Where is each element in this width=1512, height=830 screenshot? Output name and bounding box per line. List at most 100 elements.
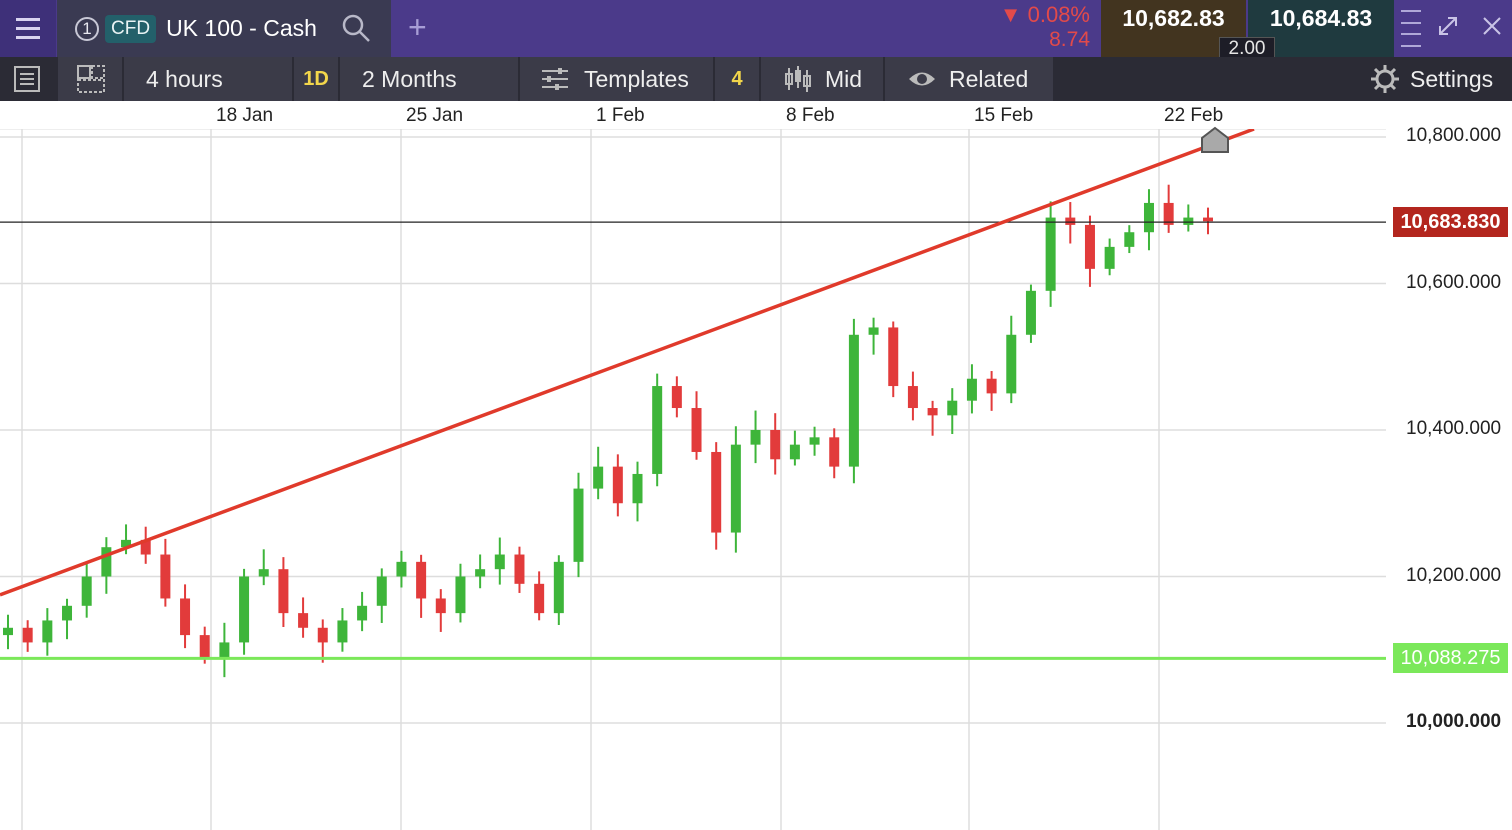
- price-tick-label: 10,200.000: [1406, 564, 1502, 586]
- candle-body: [416, 561, 427, 599]
- date-tick-label: 15 Feb: [974, 105, 1034, 126]
- candle-body: [514, 554, 525, 584]
- candle-body: [947, 400, 958, 416]
- candle-body: [907, 386, 918, 409]
- candle-body: [180, 598, 191, 636]
- candle-body: [62, 605, 73, 621]
- menu-icon[interactable]: [0, 0, 56, 57]
- change-percent: ▼ 0.08%: [999, 2, 1090, 27]
- candle-body: [927, 408, 938, 416]
- candle-body: [1045, 217, 1056, 291]
- list-icon: [14, 66, 40, 92]
- price-chart[interactable]: [0, 101, 1386, 830]
- range-selector[interactable]: 2 Months: [340, 57, 518, 101]
- candle-body: [612, 466, 623, 504]
- sliders-icon: [542, 68, 568, 90]
- candle-body: [593, 466, 604, 489]
- candle-body: [888, 327, 899, 387]
- price-type-selector[interactable]: Mid: [761, 57, 883, 101]
- candle-body: [1124, 232, 1135, 247]
- candle-body: [829, 437, 840, 467]
- candle-body: [317, 627, 328, 643]
- candle-body: [848, 334, 859, 467]
- instrument-tab[interactable]: 1 CFD UK 100 - Cash: [57, 0, 391, 57]
- price-tick-label: 10,400.000: [1406, 418, 1502, 439]
- settings-label: Settings: [1410, 65, 1494, 92]
- candle-body: [435, 598, 446, 614]
- date-axis: 18 Jan 25 Jan 1 Feb 8 Feb 15 Feb 22 Feb: [0, 101, 1386, 129]
- candle-body: [1065, 217, 1076, 225]
- candle-body: [81, 576, 92, 606]
- interval-selector[interactable]: 4 hours: [124, 57, 292, 101]
- templates-button[interactable]: Templates: [520, 57, 713, 101]
- sell-price: 10,682.83: [1122, 5, 1225, 31]
- candle-body: [3, 627, 13, 636]
- watchlist-button[interactable]: [0, 57, 56, 101]
- support-price-tag: 10,088.275: [1393, 643, 1508, 674]
- related-button[interactable]: Related: [885, 57, 1053, 101]
- candle-body: [671, 386, 682, 409]
- candle-body: [219, 642, 230, 658]
- trendline: [0, 127, 1255, 597]
- candle-body: [789, 444, 800, 460]
- candle-body: [357, 605, 368, 621]
- range-label: 2 Months: [362, 65, 457, 92]
- close-icon[interactable]: [1480, 14, 1504, 38]
- candle-body: [239, 576, 250, 643]
- candle-body: [730, 444, 741, 533]
- price-axis[interactable]: 10,683.830 10,088.275 10,000.000 10,200.0…: [1386, 101, 1512, 830]
- depth-icon[interactable]: [1398, 0, 1424, 57]
- candle-body: [986, 378, 997, 394]
- date-tick-label: 18 Jan: [216, 105, 274, 126]
- date-tick-label: 22 Feb: [1164, 105, 1224, 126]
- interval-label: 4 hours: [146, 65, 223, 92]
- layout-button[interactable]: [58, 57, 122, 101]
- instrument-name: UK 100 - Cash: [166, 15, 317, 41]
- candlestick-icon: [785, 66, 811, 92]
- interval-badge[interactable]: 1D: [294, 57, 338, 101]
- candle-body: [1006, 334, 1017, 394]
- price-tick-label: 10,600.000: [1406, 271, 1502, 293]
- top-header: 1 CFD UK 100 - Cash + ▼ 0.08% 8.74 10,68…: [0, 0, 1512, 61]
- candle-body: [1183, 217, 1194, 225]
- candle-body: [258, 569, 269, 577]
- templates-count-badge: 4: [715, 57, 759, 101]
- candle-body: [199, 635, 210, 658]
- candle-body: [278, 569, 289, 614]
- candle-body: [966, 378, 977, 401]
- related-label: Related: [949, 65, 1029, 92]
- tab-number: 1: [75, 16, 99, 41]
- candle-body: [1084, 224, 1095, 269]
- price-type-label: Mid: [825, 65, 863, 92]
- candle-body: [337, 620, 348, 643]
- candle-body: [160, 554, 171, 599]
- candle-body: [298, 613, 309, 628]
- templates-label: Templates: [584, 65, 689, 92]
- candle-body: [1143, 202, 1154, 233]
- candle-body: [101, 547, 112, 577]
- expand-icon[interactable]: [1436, 14, 1460, 38]
- candle-body: [494, 554, 505, 570]
- candle-body: [534, 583, 545, 614]
- price-tick-label: 10,800.000: [1406, 125, 1502, 146]
- candle-body: [652, 386, 663, 474]
- instrument-type-badge: CFD: [105, 14, 157, 43]
- candle-body: [770, 430, 781, 460]
- date-tick-label: 25 Jan: [406, 105, 464, 126]
- settings-button[interactable]: Settings: [1360, 57, 1512, 101]
- candle-body: [809, 437, 820, 445]
- date-tick-label: 1 Feb: [596, 105, 645, 126]
- layout-icon: [77, 65, 105, 93]
- alert-marker-icon[interactable]: [1200, 126, 1230, 156]
- search-icon[interactable]: [341, 13, 371, 43]
- candle-body: [691, 408, 702, 452]
- candle-body: [1025, 290, 1036, 335]
- add-tab-button[interactable]: +: [408, 11, 427, 43]
- chart-toolbar: 4 hours 1D 2 Months Templates 4 Mid Rela…: [0, 57, 1512, 101]
- candle-body: [553, 561, 564, 614]
- change-value: 8.74: [1049, 28, 1090, 51]
- price-tick-label: 10,000.000: [1406, 711, 1502, 732]
- candle-body: [632, 473, 643, 504]
- candle-body: [22, 627, 33, 643]
- candle-body: [396, 561, 407, 577]
